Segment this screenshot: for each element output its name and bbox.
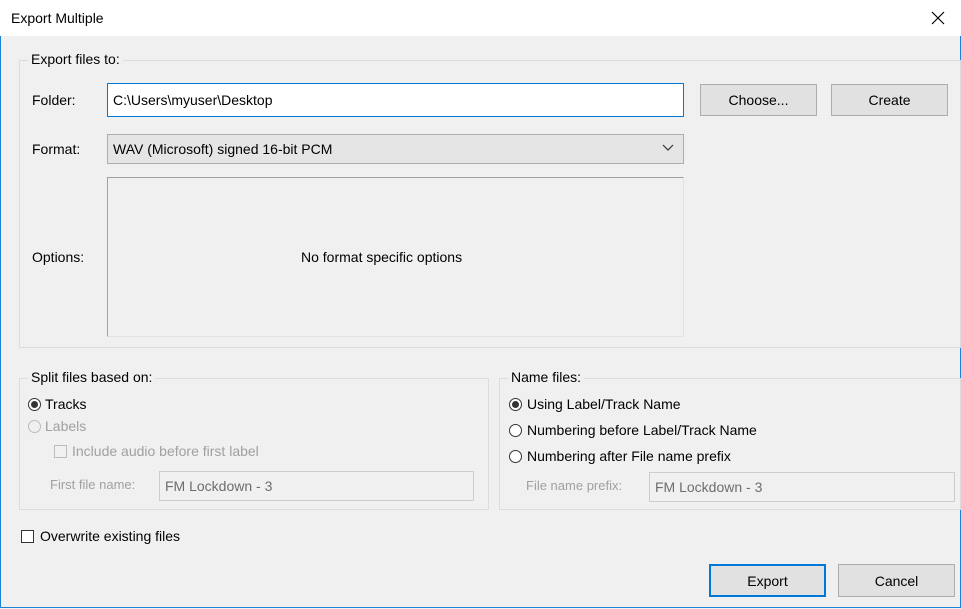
first-file-name-input[interactable] [159,471,474,501]
folder-label: Folder: [32,92,76,108]
close-icon [931,11,945,25]
window-title: Export Multiple [11,10,104,26]
file-name-prefix-input[interactable] [649,472,955,502]
using-label-track-name-radio[interactable] [509,398,522,411]
chevron-down-icon [662,144,674,151]
export-button[interactable]: Export [709,564,826,597]
format-options-text: No format specific options [301,249,463,265]
format-label: Format: [32,141,81,157]
folder-input[interactable] [107,83,684,117]
labels-radio[interactable] [28,420,41,433]
export-files-group-label: Export files to: [28,51,123,67]
include-audio-label[interactable]: Include audio before first label [72,443,259,459]
title-bar: Export Multiple [0,0,961,36]
file-name-prefix-label: File name prefix: [526,478,623,493]
tracks-radio[interactable] [28,398,41,411]
format-selected-value: WAV (Microsoft) signed 16-bit PCM [113,141,333,157]
numbering-after-radio[interactable] [509,450,522,463]
numbering-before-label[interactable]: Numbering before Label/Track Name [527,422,757,438]
split-files-group-label: Split files based on: [28,369,156,385]
name-files-group-label: Name files: [508,369,585,385]
options-label: Options: [32,249,85,265]
using-label-track-name-label[interactable]: Using Label/Track Name [527,396,681,412]
cancel-button[interactable]: Cancel [838,564,955,597]
numbering-after-label[interactable]: Numbering after File name prefix [527,448,731,464]
numbering-before-radio[interactable] [509,424,522,437]
close-button[interactable] [915,0,961,36]
tracks-radio-label[interactable]: Tracks [45,396,86,412]
include-audio-checkbox[interactable] [54,445,67,458]
overwrite-existing-label[interactable]: Overwrite existing files [40,528,180,544]
create-button[interactable]: Create [831,84,948,116]
choose-button[interactable]: Choose... [700,84,817,116]
format-select[interactable]: WAV (Microsoft) signed 16-bit PCM [107,134,684,164]
overwrite-existing-checkbox[interactable] [21,530,34,543]
labels-radio-label[interactable]: Labels [45,418,86,434]
first-file-name-label: First file name: [50,477,136,492]
